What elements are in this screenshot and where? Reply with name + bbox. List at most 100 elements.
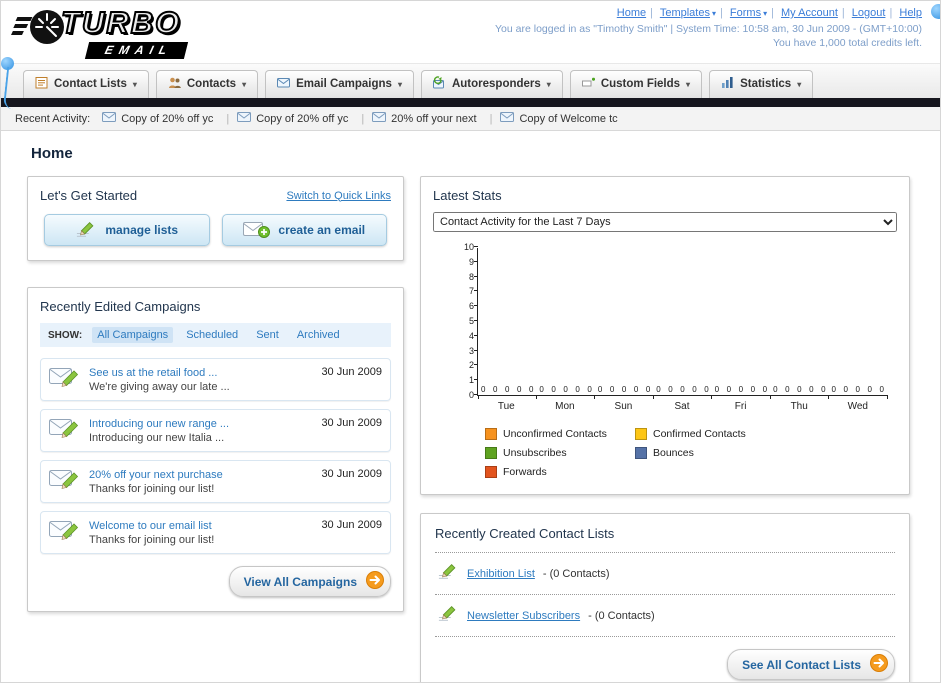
chart-bar-column: 0 (479, 386, 487, 395)
top-link-forms[interactable]: Forms ▾ (730, 7, 767, 19)
y-axis-tick (474, 349, 478, 351)
get-started-panel: Let's Get Started Switch to Quick Links … (27, 176, 404, 261)
x-axis-label: Mon (555, 401, 575, 412)
campaign-date: 30 Jun 2009 (321, 366, 382, 378)
x-axis-label: Tue (497, 401, 515, 412)
tab-label: Custom Fields (600, 78, 681, 90)
link-separator: | (650, 7, 653, 19)
tab-email-campaigns[interactable]: Email Campaigns ▾ (265, 70, 414, 98)
bar-value-label: 0 (738, 385, 744, 394)
chart-bar-column: 0 (807, 386, 815, 395)
chart-day-group: 00000 (653, 386, 711, 395)
manage-lists-button[interactable]: manage lists (44, 214, 210, 246)
x-axis-label: Sat (674, 401, 690, 412)
chart-bar-column: 0 (737, 386, 745, 395)
chart-bar-column: 0 (574, 386, 582, 395)
recent-activity-item[interactable]: Copy of 20% off yc (102, 112, 229, 125)
envelope-icon (102, 112, 117, 125)
pencil-lines-icon (437, 603, 459, 628)
turbo-email-logo[interactable]: TURBO EMAIL (11, 4, 189, 59)
campaign-list-item[interactable]: Introducing our new range ... Introducin… (40, 409, 391, 452)
legend-swatch (635, 428, 647, 440)
campaign-title-link[interactable]: 20% off your next purchase (89, 469, 313, 481)
latest-stats-title: Latest Stats (433, 188, 502, 203)
y-axis-tick-label: 5 (468, 316, 474, 326)
page-title: Home (31, 145, 73, 162)
campaign-text: Welcome to our email list Thanks for joi… (89, 520, 313, 546)
get-started-title: Let's Get Started (40, 188, 138, 203)
contacts-icon (168, 76, 181, 92)
recent-activity-item[interactable]: Copy of Welcome tc (500, 112, 618, 125)
recent-campaigns-panel: Recently Edited Campaigns SHOW: All Camp… (27, 287, 404, 612)
campaign-title-link[interactable]: Introducing our new range ... (89, 418, 313, 430)
bar-value-label: 0 (809, 385, 814, 394)
contact-list-link[interactable]: Newsletter Subscribers (467, 610, 580, 622)
switch-quick-links-link[interactable]: Switch to Quick Links (286, 190, 391, 202)
view-all-campaigns-button[interactable]: View All Campaigns (228, 566, 391, 597)
see-all-contact-lists-button[interactable]: See All Contact Lists (727, 649, 895, 680)
tab-contacts[interactable]: Contacts ▾ (155, 70, 259, 98)
bar-value-label: 0 (656, 385, 661, 394)
envelope-pencil-icon (49, 364, 81, 395)
tab-statistics[interactable]: Statistics ▾ (709, 70, 814, 98)
filter-all-campaigns[interactable]: All Campaigns (92, 327, 174, 343)
contact-list-count: - (0 Contacts) (588, 609, 655, 622)
campaign-list-item[interactable]: 20% off your next purchase Thanks for jo… (40, 460, 391, 503)
right-column: Latest Stats Contact Activity for the La… (420, 176, 910, 682)
chart-bar-column: 0 (491, 386, 499, 395)
contact-list-item[interactable]: Newsletter Subscribers - (0 Contacts) (435, 595, 895, 637)
y-axis-tick (474, 246, 478, 247)
bar-value-label: 0 (528, 385, 534, 394)
y-axis-tick (474, 379, 478, 381)
recent-activity-item[interactable]: Copy of 20% off yc (237, 112, 364, 125)
credits-info: You have 1,000 total credits left. (772, 37, 922, 49)
contact-list-link[interactable]: Exhibition List (467, 568, 535, 580)
y-axis-tick (474, 275, 478, 277)
top-nav-links: Home | Templates ▾ | Forms ▾ | My Account | Lo… (495, 7, 922, 19)
recent-activity-item[interactable]: 20% off your next (372, 112, 492, 125)
legend-label: Unconfirmed Contacts (503, 428, 607, 440)
bar-value-label: 0 (797, 385, 802, 394)
filter-sent[interactable]: Sent (251, 327, 284, 343)
chart-day-group: 00000 (829, 386, 887, 395)
campaign-title-link[interactable]: Welcome to our email list (89, 520, 313, 532)
y-axis-tick-label: 0 (468, 390, 474, 400)
campaign-list-item[interactable]: Welcome to our email list Thanks for joi… (40, 511, 391, 554)
top-link-my-account[interactable]: My Account (781, 7, 838, 19)
chart-day-group: 00000 (478, 386, 536, 395)
chart-bar-column: 0 (644, 386, 652, 395)
legend-label: Bounces (653, 447, 694, 459)
stats-period-select[interactable]: Contact Activity for the Last 7 Days (433, 212, 897, 232)
y-axis-tick-label: 2 (468, 360, 474, 371)
chart-bar-column: 0 (550, 386, 558, 395)
campaign-list-item[interactable]: See us at the retail food ... We're givi… (40, 358, 391, 401)
campaign-title-link[interactable]: See us at the retail food ... (89, 367, 313, 379)
top-link-templates[interactable]: Templates ▾ (660, 7, 716, 19)
tab-label: Contacts (186, 78, 237, 90)
arrow-circle-icon (366, 571, 384, 592)
header-meta: Home | Templates ▾ | Forms ▾ | My Account | Lo… (495, 7, 922, 49)
app-window: TURBO EMAIL Home | Templates ▾ | Forms ▾ | My… (0, 0, 941, 683)
chart-bar-column: 0 (854, 386, 862, 395)
chart-bar-column: 0 (749, 386, 757, 395)
tab-custom-fields[interactable]: Custom Fields ▾ (569, 70, 703, 98)
contact-list-item[interactable]: Exhibition List - (0 Contacts) (435, 553, 895, 595)
campaign-subtitle: We're giving away our late ... (89, 380, 230, 393)
y-axis-tick (474, 260, 478, 262)
x-axis-tick (594, 395, 596, 399)
envelope-pencil-icon (49, 466, 81, 497)
link-separator: | (719, 7, 723, 19)
tab-autoresponders[interactable]: Autoresponders ▾ (420, 70, 563, 98)
chart-day-group: 00000 (712, 386, 770, 395)
left-column: Let's Get Started Switch to Quick Links … (27, 176, 404, 612)
filter-scheduled[interactable]: Scheduled (181, 327, 243, 343)
tab-contact-lists[interactable]: Contact Lists ▾ (23, 70, 149, 98)
top-link-home[interactable]: Home (617, 7, 646, 19)
campaign-date: 30 Jun 2009 (321, 417, 382, 429)
filter-archived[interactable]: Archived (292, 327, 345, 343)
create-email-button[interactable]: create an email (221, 214, 387, 246)
y-axis-tick-label: 7 (468, 286, 474, 297)
top-link-help[interactable]: Help (899, 7, 922, 19)
bar-value-label: 0 (692, 385, 697, 394)
top-link-logout[interactable]: Logout (852, 7, 886, 19)
